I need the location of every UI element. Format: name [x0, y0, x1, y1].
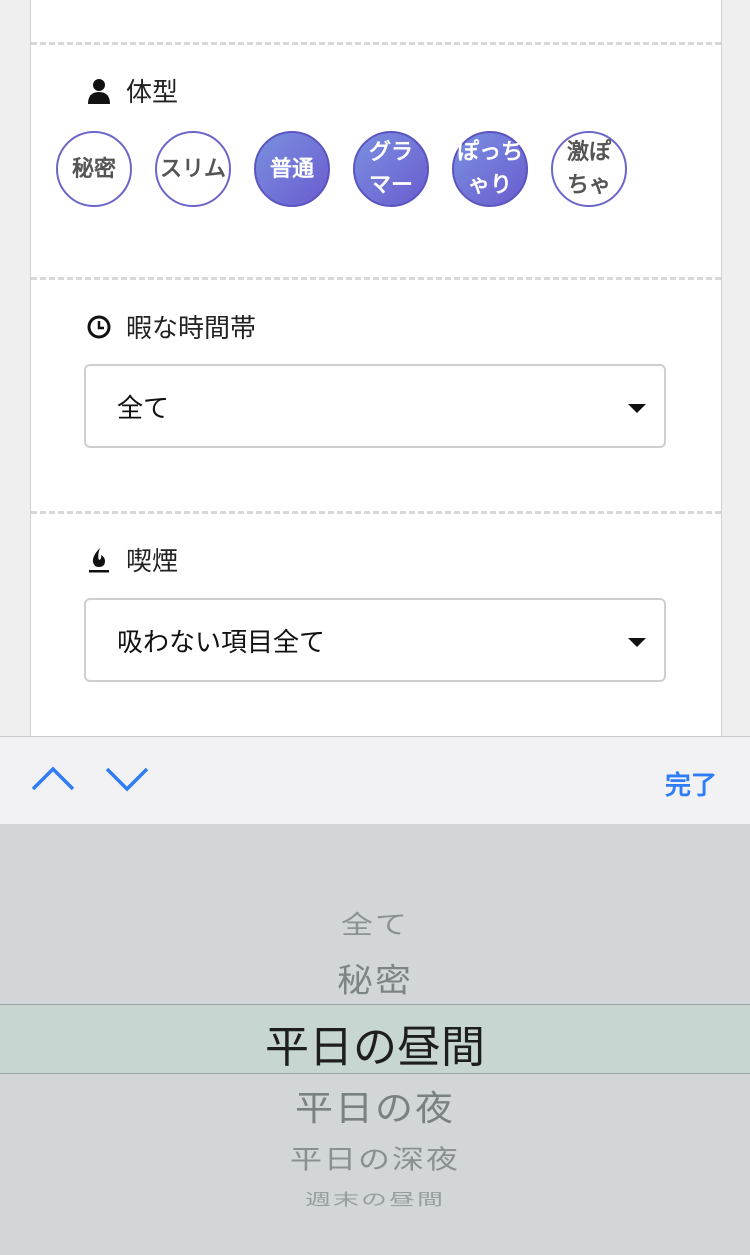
free-time-select[interactable]: 全て — [84, 364, 666, 448]
chevron-up-icon — [31, 766, 75, 791]
divider — [31, 42, 721, 45]
picker-toolbar: 完了 — [0, 736, 750, 825]
body-type-options: 秘密 スリム 普通 グラマー ぽっちゃり 激ぽちゃ — [56, 131, 627, 207]
smoking-value: 吸わない項目全て — [117, 627, 326, 658]
body-type-option-chubby[interactable]: ぽっちゃり — [452, 131, 528, 207]
body-type-option-secret[interactable]: 秘密 — [56, 131, 132, 207]
person-icon — [86, 78, 112, 104]
picker-option[interactable]: 全て — [0, 905, 750, 942]
search-form-card: 体型 秘密 スリム 普通 グラマー ぽっちゃり 激ぽちゃ 暇な時間帯 全て 喫煙… — [30, 0, 722, 736]
picker-option[interactable]: 平日の深夜 — [0, 1139, 750, 1177]
free-time-heading: 暇な時間帯 — [86, 308, 256, 345]
next-field-button[interactable] — [104, 759, 150, 799]
divider — [31, 277, 721, 280]
clock-icon — [86, 314, 112, 340]
divider — [31, 511, 721, 514]
previous-field-button[interactable] — [30, 759, 76, 799]
picker-wheel[interactable]: 全て 秘密 平日の昼間 平日の夜 平日の深夜 週末の昼間 — [0, 824, 750, 1255]
flame-icon — [86, 547, 112, 573]
body-type-option-slim[interactable]: スリム — [155, 131, 231, 207]
body-type-option-glamour[interactable]: グラマー — [353, 131, 429, 207]
body-type-title: 体型 — [126, 78, 179, 108]
caret-down-icon — [628, 638, 646, 647]
free-time-value: 全て — [117, 393, 170, 424]
picker-option-selected[interactable]: 平日の昼間 — [0, 1011, 750, 1075]
chevron-down-icon — [105, 767, 149, 792]
done-button[interactable]: 完了 — [665, 765, 717, 802]
picker-option[interactable]: 平日の夜 — [0, 1080, 750, 1131]
smoking-heading: 喫煙 — [86, 541, 178, 578]
caret-down-icon — [628, 404, 646, 413]
smoking-title: 喫煙 — [126, 547, 179, 577]
picker-option[interactable]: 秘密 — [0, 955, 750, 1002]
smoking-select[interactable]: 吸わない項目全て — [84, 598, 666, 682]
picker-option[interactable]: 週末の昼間 — [0, 1187, 750, 1210]
free-time-title: 暇な時間帯 — [126, 314, 257, 344]
body-type-option-very-chubby[interactable]: 激ぽちゃ — [551, 131, 627, 207]
body-type-option-normal[interactable]: 普通 — [254, 131, 330, 207]
body-type-heading: 体型 — [86, 72, 178, 109]
